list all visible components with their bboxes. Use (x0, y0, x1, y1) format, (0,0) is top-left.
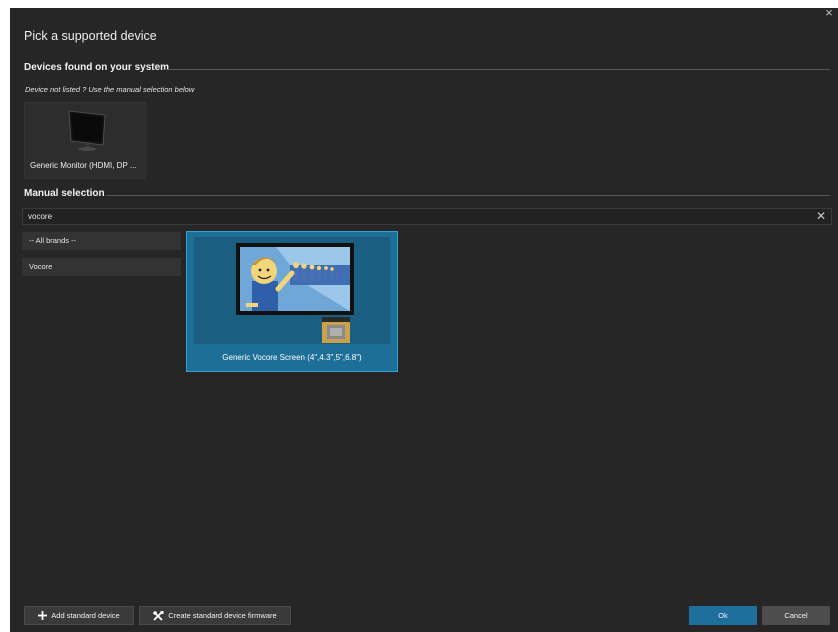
plus-icon (38, 611, 48, 620)
dialog-title: Pick a supported device (24, 29, 157, 43)
tools-icon (153, 610, 164, 621)
section-divider (106, 195, 830, 196)
screen-image (236, 243, 354, 343)
add-standard-device-label: Add standard device (51, 611, 120, 620)
devices-found-header: Devices found on your system (24, 62, 169, 73)
found-device-card[interactable]: Generic Monitor (HDMI, DP ... (24, 102, 146, 179)
search-input[interactable] (28, 210, 798, 223)
manual-hint: Device not listed ? Use the manual selec… (25, 85, 195, 94)
pick-device-dialog: × Pick a supported device Devices found … (10, 6, 838, 632)
brand-item-vocore[interactable]: Vocore (22, 258, 181, 276)
create-firmware-button[interactable]: Create standard device firmware (139, 606, 291, 625)
devices-found-title: Devices found on your system (24, 62, 170, 73)
search-box: ✕ (22, 208, 832, 225)
close-button[interactable]: × (822, 6, 836, 20)
ok-button[interactable]: Ok (689, 606, 757, 625)
manual-selection-header: Manual selection (24, 188, 105, 199)
ok-label: Ok (718, 611, 728, 620)
device-card-vocore[interactable]: Generic Vocore Screen (4",4.3",5",6.8") (186, 231, 398, 372)
cancel-label: Cancel (784, 611, 808, 620)
manual-selection-title: Manual selection (24, 188, 105, 199)
monitor-icon (68, 110, 106, 151)
brand-item-all[interactable]: -- All brands -- (22, 232, 181, 250)
add-standard-device-button[interactable]: Add standard device (24, 606, 134, 625)
clear-search-icon[interactable]: ✕ (816, 210, 826, 223)
create-firmware-label: Create standard device firmware (168, 611, 277, 620)
section-divider (162, 69, 830, 70)
found-device-label: Generic Monitor (HDMI, DP ... (30, 161, 137, 170)
device-image-area (194, 237, 390, 344)
device-card-label: Generic Vocore Screen (4",4.3",5",6.8") (222, 353, 362, 362)
cancel-button[interactable]: Cancel (762, 606, 830, 625)
